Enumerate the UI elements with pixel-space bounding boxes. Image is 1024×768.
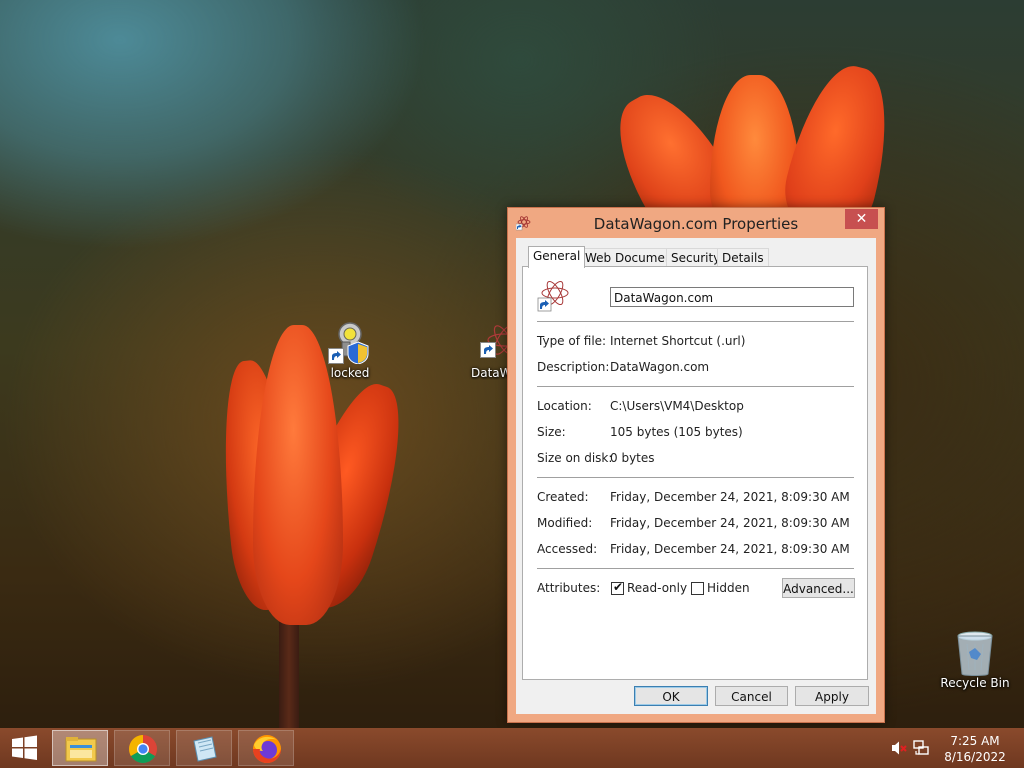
created-value: Friday, December 24, 2021, 8:09:30 AM	[610, 490, 850, 504]
tab-details[interactable]: Details	[717, 248, 769, 267]
tab-general[interactable]: General	[528, 246, 586, 268]
desktop-icon-label: DataW	[471, 366, 512, 380]
checkmark-icon: ✔	[613, 580, 624, 594]
hidden-label[interactable]: Hidden	[707, 581, 750, 595]
description-label: Description:	[537, 360, 610, 374]
separator	[537, 477, 854, 478]
desktop-icon-locked[interactable]: locked	[310, 320, 390, 380]
file-explorer-icon	[65, 737, 97, 762]
separator	[537, 568, 854, 569]
modified-value: Friday, December 24, 2021, 8:09:30 AM	[610, 516, 850, 530]
size-on-disk-label: Size on disk:	[537, 451, 613, 465]
modified-label: Modified:	[537, 516, 593, 530]
taskbar-app-notepad[interactable]	[176, 730, 232, 766]
clock-time: 7:25 AM	[950, 734, 1000, 748]
separator	[537, 321, 854, 322]
description-value: DataWagon.com	[610, 360, 710, 374]
location-value: C:\Users\VM4\Desktop	[610, 399, 744, 413]
system-tray: 7:25 AM 8/16/2022	[884, 728, 1024, 768]
general-tab-panel: DataWagon.com Type of file: Internet Sho…	[522, 266, 868, 680]
wallpaper-flower-left	[212, 320, 424, 728]
accessed-value: Friday, December 24, 2021, 8:09:30 AM	[610, 542, 850, 556]
readonly-label[interactable]: Read-only	[627, 581, 687, 595]
desktop-icon-label: locked	[330, 366, 370, 380]
type-label: Type of file:	[537, 334, 607, 348]
advanced-button[interactable]: Advanced...	[782, 578, 855, 598]
chrome-icon	[129, 735, 157, 763]
ok-button[interactable]: OK	[634, 686, 708, 706]
hidden-checkbox[interactable]	[691, 582, 704, 595]
created-label: Created:	[537, 490, 589, 504]
clock-date: 8/16/2022	[944, 750, 1006, 764]
dialog-titlebar[interactable]: DataWagon.com Properties ✕	[508, 208, 884, 238]
accessed-label: Accessed:	[537, 542, 598, 556]
windows-logo-icon	[12, 735, 37, 760]
taskbar-clock[interactable]: 7:25 AM 8/16/2022	[940, 733, 1010, 765]
shortcut-arrow-icon	[328, 348, 344, 364]
file-name-input[interactable]: DataWagon.com	[610, 287, 854, 307]
location-label: Location:	[537, 399, 592, 413]
network-icon[interactable]	[912, 740, 930, 756]
readonly-checkbox[interactable]: ✔	[611, 580, 624, 595]
properties-dialog: DataWagon.com Properties ✕ General Web D…	[507, 207, 885, 723]
taskbar: 7:25 AM 8/16/2022	[0, 728, 1024, 768]
dialog-client-area: General Web Document Security Details Da…	[516, 238, 876, 714]
datawagon-large-icon	[537, 279, 571, 313]
firefox-icon	[253, 735, 281, 763]
taskbar-app-file-explorer[interactable]	[52, 730, 108, 766]
dialog-title: DataWagon.com Properties	[593, 215, 799, 233]
taskbar-app-chrome[interactable]	[114, 730, 170, 766]
desktop-icon-recycle-bin[interactable]: Recycle Bin	[935, 630, 1015, 690]
start-button[interactable]	[6, 734, 42, 762]
notepad-icon	[193, 736, 217, 762]
separator	[537, 386, 854, 387]
size-value: 105 bytes (105 bytes)	[610, 425, 743, 439]
recycle-bin-icon	[953, 630, 997, 676]
locked-shortcut-icon	[328, 320, 372, 365]
close-icon: ✕	[855, 211, 868, 227]
close-button[interactable]: ✕	[845, 209, 878, 229]
cancel-button[interactable]: Cancel	[715, 686, 788, 706]
size-label: Size:	[537, 425, 566, 439]
type-value: Internet Shortcut (.url)	[610, 334, 746, 348]
attributes-label: Attributes:	[537, 581, 601, 595]
shortcut-arrow-icon	[480, 342, 496, 358]
taskbar-app-firefox[interactable]	[238, 730, 294, 766]
volume-muted-icon[interactable]	[890, 740, 908, 756]
desktop-icon-label: Recycle Bin	[940, 676, 1010, 690]
size-on-disk-value: 0 bytes	[610, 451, 655, 465]
apply-button[interactable]: Apply	[795, 686, 869, 706]
